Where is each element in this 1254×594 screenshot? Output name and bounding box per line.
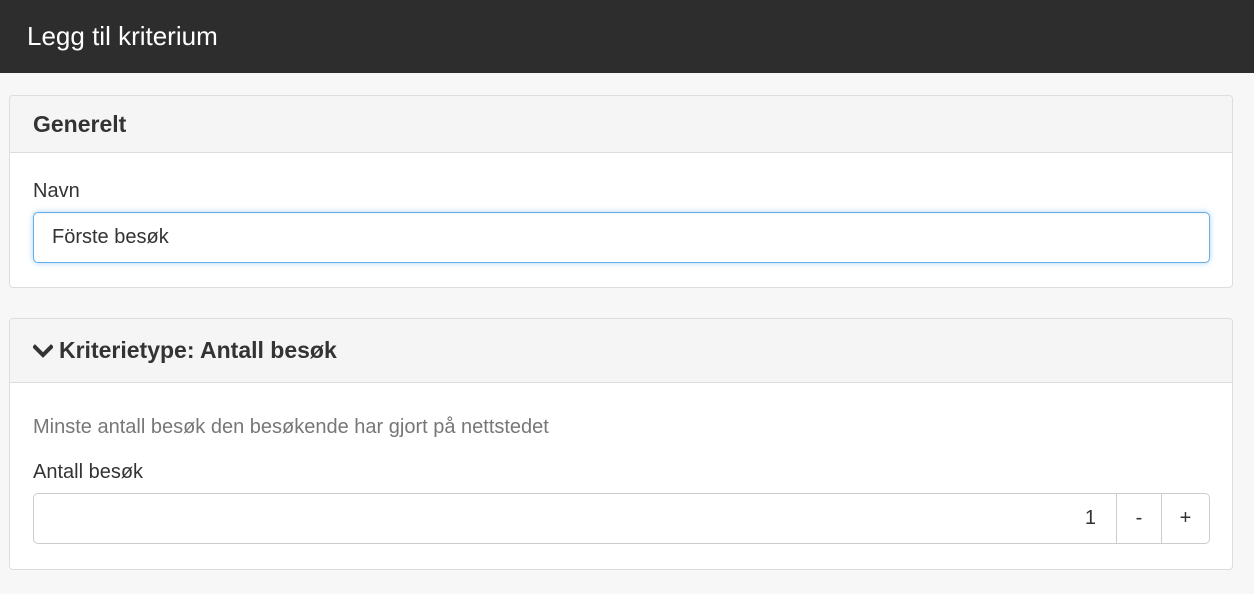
general-panel-body: Navn <box>10 180 1232 263</box>
criteria-type-panel: Kriterietype: Antall besøk Minste antall… <box>9 318 1233 570</box>
visits-stepper: - + <box>33 493 1210 544</box>
top-bar: Legg til kriterium <box>0 0 1254 73</box>
visits-input[interactable] <box>33 493 1116 544</box>
criteria-type-toggle[interactable]: Kriterietype: Antall besøk <box>10 319 1232 383</box>
general-panel-heading: Generelt <box>10 96 1232 153</box>
visits-label: Antall besøk <box>33 461 144 483</box>
chevron-down-icon <box>33 343 53 358</box>
increment-button[interactable]: + <box>1161 493 1210 544</box>
criteria-type-body: Minste antall besøk den besøkende har gj… <box>10 416 1232 544</box>
page-title: Legg til kriterium <box>27 21 218 51</box>
name-label: Navn <box>33 180 80 202</box>
criteria-type-heading: Kriterietype: Antall besøk <box>59 337 337 363</box>
decrement-button[interactable]: - <box>1116 493 1161 544</box>
name-input[interactable] <box>33 212 1210 263</box>
criteria-description: Minste antall besøk den besøkende har gj… <box>33 416 549 438</box>
general-panel: Generelt Navn <box>9 95 1233 288</box>
